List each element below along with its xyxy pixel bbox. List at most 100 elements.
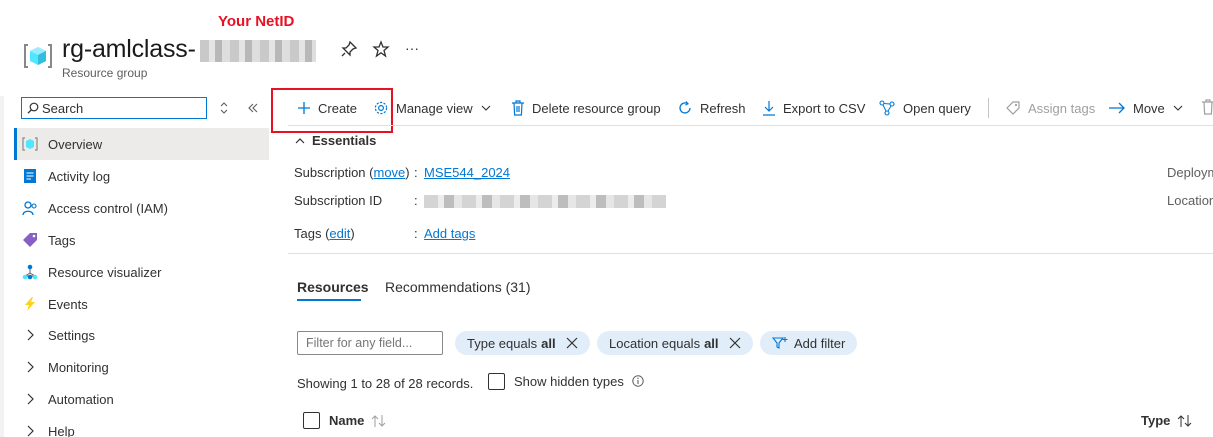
search-box[interactable]: Search [21,97,207,119]
info-icon[interactable] [632,375,644,387]
essentials-toggle[interactable]: Essentials [294,133,376,148]
sidebar-item-label: Resource visualizer [48,264,162,280]
subscription-value-link[interactable]: MSE544_2024 [424,165,510,180]
filter-input[interactable] [297,331,443,355]
move-button[interactable]: Move [1108,96,1184,120]
tab-active-indicator [297,299,361,301]
column-header-name[interactable]: Name [329,413,387,428]
sidebar-item-help[interactable]: Help [14,415,269,437]
assign-tags-button[interactable]: Assign tags [1005,96,1095,120]
collapse-icon[interactable] [247,101,259,115]
location-filter-pill[interactable]: Location equals all [597,331,753,355]
sidebar-item-settings[interactable]: Settings [14,319,269,351]
colon: : [414,193,418,208]
visualizer-icon [21,263,39,281]
sidebar-item-label: Help [48,423,75,437]
colon: : [414,226,418,241]
records-count: Showing 1 to 28 of 28 records. [297,376,474,391]
sidebar-item-tags[interactable]: Tags [14,224,269,256]
chevron-down-icon [480,102,492,114]
chevron-right-icon [21,326,39,344]
sidebar-item-label: Overview [48,136,103,152]
sidebar-item-monitoring[interactable]: Monitoring [14,351,269,383]
subscription-move-link[interactable]: move [374,165,406,180]
trash-icon[interactable] [1201,98,1213,116]
search-input[interactable]: Search [42,101,83,116]
tags-label-text: Tags [294,226,322,241]
redacted-netid [200,40,316,62]
tag-icon [21,231,39,249]
subscription-label-text: Subscription [294,165,366,180]
chevron-right-icon [21,422,39,437]
show-hidden-checkbox[interactable] [488,373,505,390]
sidebar-item-label: Automation [48,391,114,407]
left-edge [0,96,4,437]
export-label: Export to CSV [783,100,866,116]
tags-edit-link[interactable]: edit [329,226,350,241]
page-title: rg-amlclass- [62,35,196,63]
location-pill-prefix: Location equals [609,335,701,351]
export-csv-button[interactable]: Export to CSV [762,96,865,120]
sidebar-item-label: Settings [48,327,95,343]
manage-view-label: Manage view [396,100,473,116]
tag-icon [1005,100,1021,116]
select-all-checkbox[interactable] [303,412,320,429]
sidebar-item-automation[interactable]: Automation [14,383,269,415]
show-hidden-label: Show hidden types [514,374,624,389]
resource-group-icon [21,135,39,153]
sidebar-item-resource-visualizer[interactable]: Resource visualizer [14,256,269,288]
essentials-heading: Essentials [312,133,377,148]
sidebar-item-iam[interactable]: Access control (IAM) [14,192,269,224]
filter-field[interactable] [298,332,442,354]
chevron-down-icon [1172,102,1184,114]
type-filter-pill[interactable]: Type equals all [455,331,590,355]
sort-icon[interactable] [219,101,229,115]
plus-icon [297,101,311,115]
column-header-type[interactable]: Type [1141,413,1193,428]
star-icon[interactable] [372,40,390,58]
close-icon[interactable] [729,337,741,349]
column-type-label: Type [1141,413,1171,428]
gear-icon [373,100,389,116]
essentials-bottom-divider [288,253,1213,254]
add-filter-icon [772,336,788,350]
more-icon[interactable]: ··· [405,40,419,56]
sidebar-item-overview[interactable]: Overview [14,128,269,160]
tab-recommendations[interactable]: Recommendations (31) [385,279,531,295]
pin-icon[interactable] [340,40,358,58]
create-button[interactable]: Create [297,96,357,120]
add-tags-link[interactable]: Add tags [424,226,475,241]
trash-icon [511,100,525,116]
add-filter-button[interactable]: Add filter [760,331,858,355]
open-query-button[interactable]: Open query [879,96,971,120]
assign-tags-label: Assign tags [1028,100,1096,116]
create-label: Create [318,100,358,116]
subscription-id-label: Subscription ID [294,193,383,208]
close-icon[interactable] [566,337,578,349]
deployments-label: Deploym [1167,165,1213,180]
refresh-button[interactable]: Refresh [677,96,746,120]
page-subtitle: Resource group [62,66,148,80]
search-icon [27,102,39,114]
location-label: Location [1167,193,1213,208]
activity-log-icon [21,167,39,185]
refresh-icon [677,100,693,116]
resource-group-icon [22,40,54,72]
manage-view-button[interactable]: Manage view [373,96,492,120]
sidebar-item-label: Activity log [48,168,111,184]
delete-resource-group-button[interactable]: Delete resource group [511,96,661,120]
sort-arrows-icon [371,414,387,428]
sidebar-item-label: Tags [48,232,76,248]
sidebar-item-activity-log[interactable]: Activity log [14,160,269,192]
sort-arrows-icon [1177,414,1193,428]
chevron-right-icon [21,390,39,408]
sidebar-item-events[interactable]: Events [14,288,269,320]
tags-label: Tags (edit) [294,226,355,241]
download-icon [762,100,776,116]
chevron-up-icon [294,135,306,147]
people-icon [21,199,39,217]
type-pill-prefix: Type equals [467,335,538,351]
refresh-label: Refresh [700,100,746,116]
tab-resources[interactable]: Resources [297,279,369,295]
sidebar-item-label: Monitoring [48,359,109,375]
